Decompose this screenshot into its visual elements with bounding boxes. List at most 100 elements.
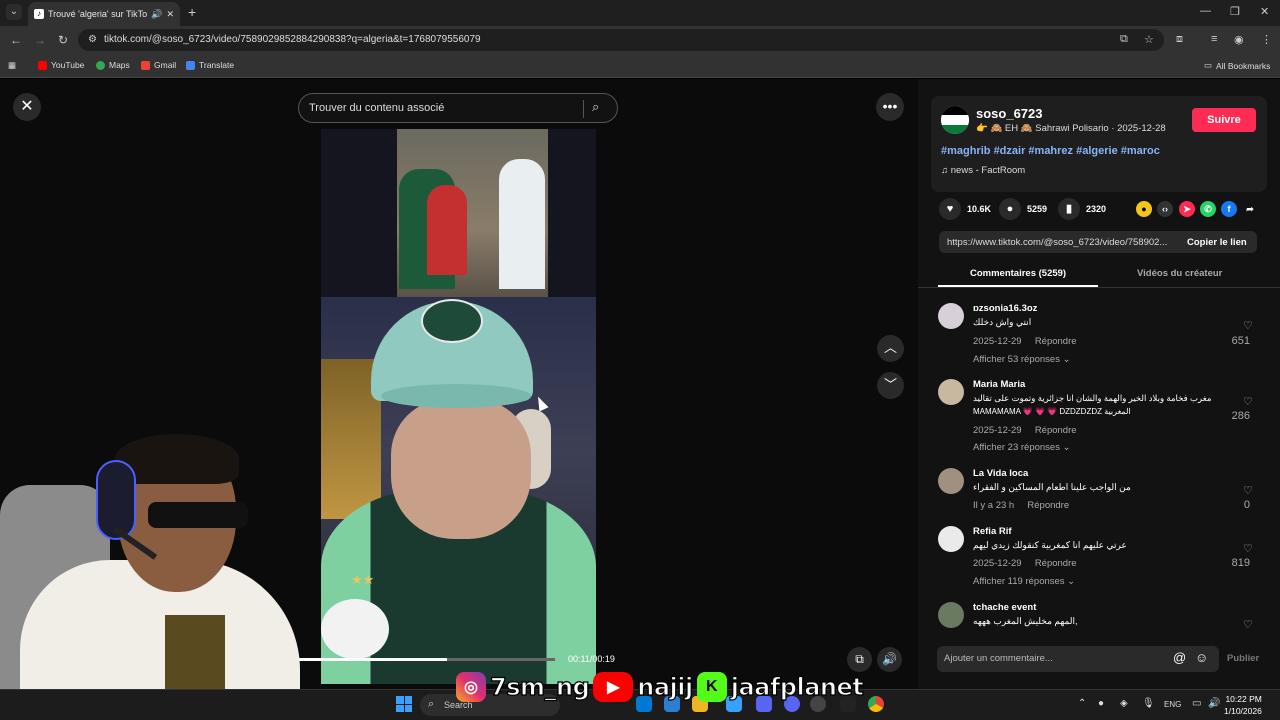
new-tab-icon[interactable]: + — [188, 4, 196, 20]
comment-item: tchache event المهم مخليش المغرب هههه, ♡ — [938, 602, 1260, 631]
tab-groups-icon[interactable]: ≡ — [1211, 33, 1217, 45]
commenter-avatar[interactable] — [938, 526, 964, 552]
omnibox[interactable]: ⚙ tiktok.com/@soso_6723/video/7589029852… — [78, 29, 1164, 51]
related-search-input[interactable]: Trouver du contenu associé ⌕ — [298, 93, 618, 123]
comment-input[interactable]: Ajouter un commentaire... @ ☺ — [937, 646, 1219, 672]
speaker-icon[interactable]: 🔊 — [151, 9, 162, 20]
send-icon[interactable]: ➤ — [1179, 201, 1195, 217]
comment-like-icon[interactable]: ♡ — [1243, 542, 1253, 555]
more-options-button[interactable]: ••• — [876, 93, 904, 121]
comment-like-icon[interactable]: ♡ — [1243, 395, 1253, 408]
restore-icon[interactable]: ❐ — [1230, 5, 1240, 18]
system-clock[interactable]: 10:22 PM 1/10/2026 — [1224, 693, 1262, 717]
tab-creator-videos[interactable]: Vidéos du créateur — [1137, 268, 1222, 279]
back-icon[interactable]: ← — [10, 33, 22, 47]
flag-stripe — [941, 115, 969, 125]
network-icon[interactable]: ▭ — [1192, 698, 1201, 709]
tray-app-icon[interactable]: ● — [1098, 698, 1104, 709]
show-replies-button[interactable]: Afficher 53 réponses ⌄ — [973, 354, 1071, 365]
coin-icon[interactable]: ● — [1136, 201, 1152, 217]
jersey-stars: ★★ — [351, 572, 375, 587]
creator-avatar[interactable] — [941, 106, 969, 134]
like-count: 10.6K — [967, 204, 992, 214]
address-bar-row: ← → ↻ ⚙ tiktok.com/@soso_6723/video/7589… — [0, 26, 1280, 54]
bookmark-label: YouTube — [51, 60, 85, 70]
follow-button[interactable]: Suivre — [1192, 108, 1256, 132]
bookmark-translate[interactable]: Translate — [186, 60, 234, 70]
like-stat[interactable]: ♥ 10.6K — [939, 197, 991, 221]
clock-date: 1/10/2026 — [1224, 706, 1262, 716]
language-indicator[interactable]: ENG — [1164, 700, 1181, 709]
commenter-name[interactable]: Refia Rif — [973, 526, 1012, 537]
commenter-name[interactable]: Maria Maria — [973, 379, 1025, 390]
chrome-icon[interactable] — [868, 696, 884, 712]
commenter-avatar[interactable] — [938, 468, 964, 494]
publish-button[interactable]: Publier — [1227, 653, 1259, 664]
reply-button[interactable]: Répondre — [1027, 500, 1069, 511]
microphone-icon[interactable]: 🎙 — [1142, 698, 1155, 709]
comment-meta: Il y a 23 h Répondre — [973, 500, 1069, 511]
save-stat[interactable]: ▮ 2320 — [1058, 197, 1106, 221]
tray-app-icon[interactable]: ◈ — [1120, 698, 1128, 709]
commenter-avatar[interactable] — [938, 303, 964, 329]
divider — [583, 100, 584, 118]
commenter-name[interactable]: La Vida loca — [973, 468, 1028, 479]
minimize-icon[interactable]: — — [1200, 5, 1211, 17]
share-arrow-icon[interactable]: ➦ — [1242, 201, 1258, 217]
comment-like-icon[interactable]: ♡ — [1243, 484, 1253, 497]
creator-username[interactable]: soso_6723 — [976, 106, 1043, 121]
embed-icon[interactable]: ‹› — [1157, 201, 1173, 217]
reload-icon[interactable]: ↻ — [58, 33, 68, 47]
bookmark-maps[interactable]: Maps — [96, 60, 130, 70]
video-frame[interactable]: ★★ — [321, 129, 596, 684]
whatsapp-icon[interactable]: ✆ — [1200, 201, 1216, 217]
progress-bar[interactable] — [298, 658, 555, 661]
volume-icon[interactable]: 🔊 — [1208, 698, 1220, 709]
share-link[interactable]: https://www.tiktok.com/@soso_6723/video/… — [947, 237, 1179, 248]
tray-chevron-icon[interactable]: ⌃ — [1078, 698, 1086, 709]
folder-icon: ▭ — [1204, 60, 1213, 70]
bookmark-gmail[interactable]: Gmail — [141, 60, 176, 70]
commenter-name[interactable]: ɒzsonia16.3oz — [973, 303, 1037, 314]
site-info-icon[interactable]: ⚙ — [88, 34, 97, 45]
browser-tab[interactable]: ♪ Trouvé 'algeria' sur TikTok | 🔊 ✕ — [28, 2, 180, 26]
show-replies-button[interactable]: Afficher 119 réponses ⌄ — [973, 576, 1075, 587]
maps-icon — [96, 60, 105, 70]
profile-icon[interactable]: ◉ — [1234, 33, 1244, 46]
close-video-button[interactable]: ✕ — [13, 93, 41, 121]
miniplayer-button[interactable]: ⧉ — [847, 647, 872, 672]
hashtags[interactable]: #maghrib #dzair #mahrez #algerie #maroc — [941, 145, 1160, 157]
reply-button[interactable]: Répondre — [1035, 558, 1077, 569]
reply-button[interactable]: Répondre — [1035, 425, 1077, 436]
comment-like-icon[interactable]: ♡ — [1243, 319, 1253, 332]
commenter-avatar[interactable] — [938, 602, 964, 628]
music-line[interactable]: ♫ news - FactRoom — [941, 165, 1025, 176]
volume-button[interactable]: 🔊 — [877, 647, 902, 672]
emoji-icon[interactable]: ☺ — [1195, 650, 1208, 665]
apps-icon[interactable]: ▦ — [8, 60, 16, 71]
copy-link-button[interactable]: Copier le lien — [1187, 237, 1247, 248]
commenter-avatar[interactable] — [938, 379, 964, 405]
all-bookmarks[interactable]: ▭ All Bookmarks — [1204, 60, 1270, 71]
comment-stat[interactable]: ● 5259 — [999, 197, 1047, 221]
show-replies-button[interactable]: Afficher 23 réponses ⌄ — [973, 442, 1071, 453]
forward-icon[interactable]: → — [34, 33, 46, 47]
cast-icon[interactable]: ⧉ — [1120, 33, 1128, 46]
next-video-button[interactable]: ﹀ — [877, 372, 904, 399]
mention-icon[interactable]: @ — [1173, 650, 1186, 665]
menu-icon[interactable]: ⋮ — [1261, 33, 1272, 46]
reply-button[interactable]: Répondre — [1035, 336, 1077, 347]
extensions-icon[interactable]: ⧈ — [1176, 33, 1183, 46]
bookmark-star-icon[interactable]: ☆ — [1144, 33, 1154, 46]
commenter-name[interactable]: tchache event — [973, 602, 1036, 613]
search-icon[interactable]: ⌕ — [592, 99, 599, 115]
comment-like-icon[interactable]: ♡ — [1243, 618, 1253, 631]
bookmark-youtube[interactable]: YouTube — [38, 60, 84, 70]
close-window-icon[interactable]: ✕ — [1260, 5, 1269, 18]
facebook-icon[interactable]: f — [1221, 201, 1237, 217]
close-tab-icon[interactable]: ✕ — [166, 9, 174, 20]
tab-search-icon[interactable]: ⌄ — [6, 4, 22, 20]
previous-video-button[interactable]: ︿ — [877, 335, 904, 362]
windows-start-icon[interactable] — [396, 696, 412, 712]
tab-comments[interactable]: Commentaires (5259) — [970, 268, 1066, 279]
